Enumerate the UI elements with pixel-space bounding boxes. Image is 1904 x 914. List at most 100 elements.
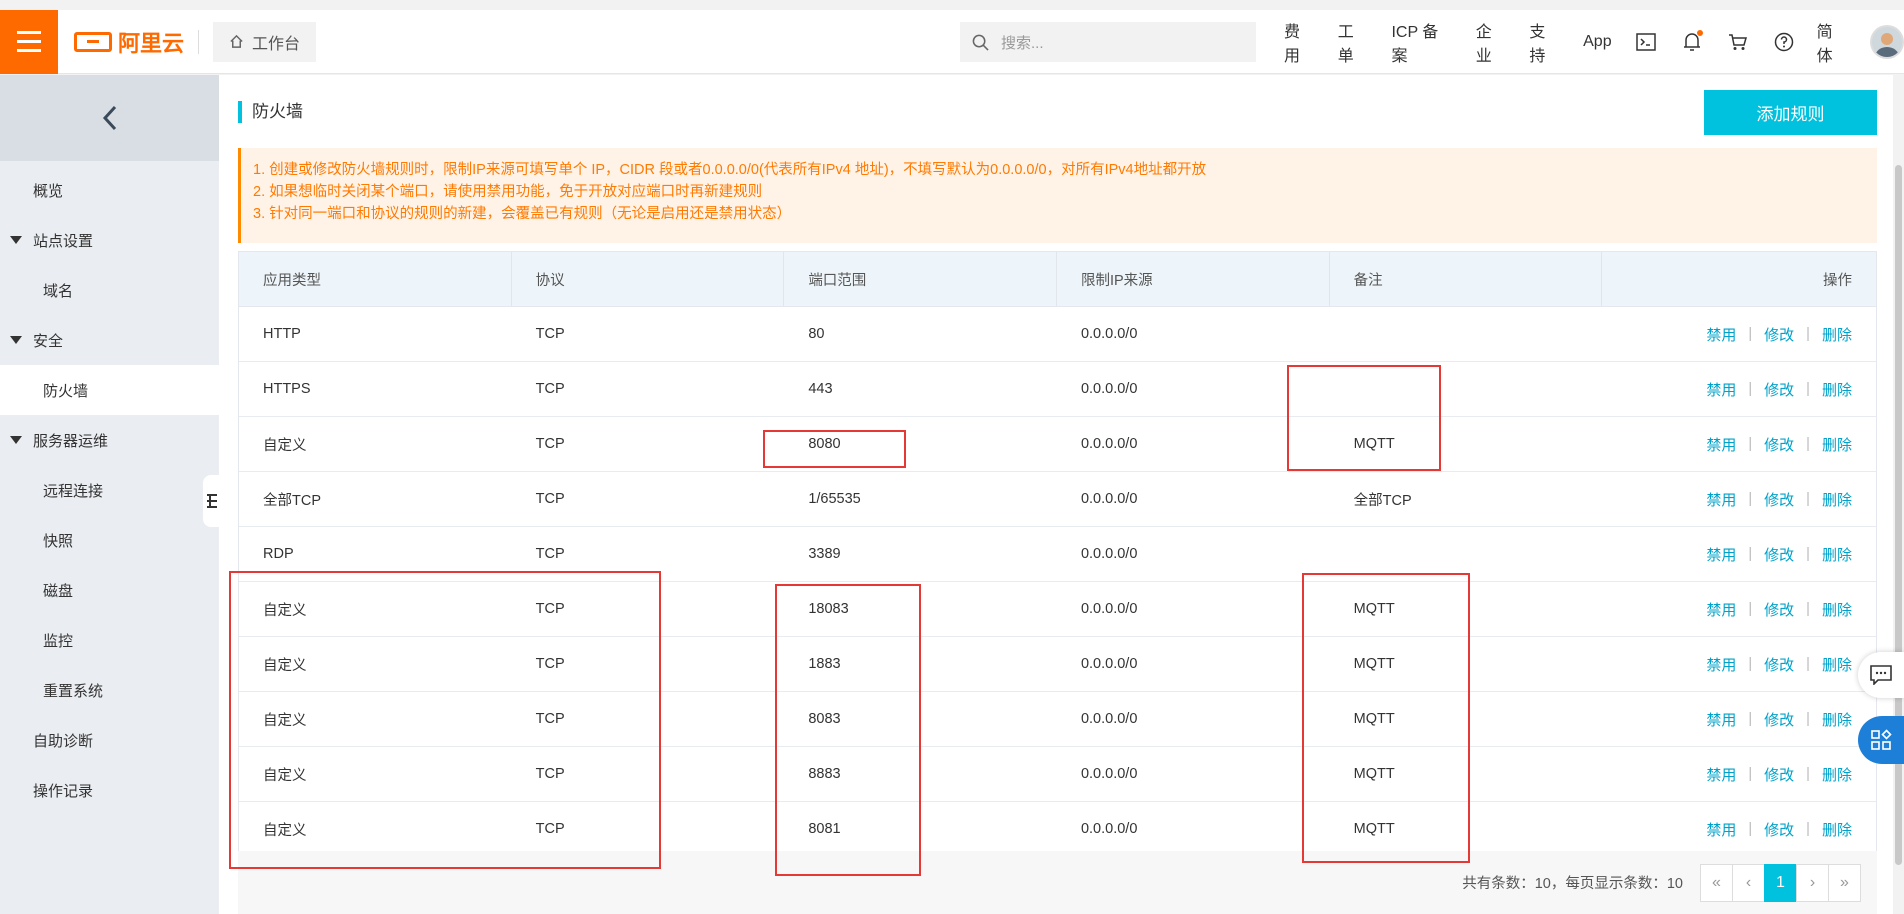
table-cell: 443 xyxy=(808,381,833,397)
avatar[interactable] xyxy=(1870,25,1904,59)
table-cell: TCP xyxy=(535,766,565,782)
list-icon xyxy=(207,494,217,508)
disable-link[interactable]: 禁用 xyxy=(1706,709,1736,730)
sidebar-item-remote-connect[interactable]: 远程连接 xyxy=(0,465,219,515)
delete-link[interactable]: 删除 xyxy=(1822,599,1852,620)
edit-link[interactable]: 修改 xyxy=(1764,654,1794,675)
action-separator: | xyxy=(1806,546,1810,562)
notice-line: 1. 创建或修改防火墙规则时，限制IP来源可填写单个 IP，CIDR 段或者0.… xyxy=(253,162,1207,178)
disable-link[interactable]: 禁用 xyxy=(1706,544,1736,565)
last-page-button[interactable]: » xyxy=(1828,863,1861,902)
nav-fees[interactable]: 费用 xyxy=(1284,18,1316,66)
first-page-button[interactable]: « xyxy=(1700,863,1733,902)
sidebar-item-snapshot[interactable]: 快照 xyxy=(0,515,219,565)
table-header: 应用类型 协议 端口范围 限制IP来源 备注 操作 xyxy=(239,252,1876,307)
sidebar-item-site-settings[interactable]: 站点设置 xyxy=(0,215,219,265)
action-separator: | xyxy=(1806,766,1810,782)
sidebar-item-disk[interactable]: 磁盘 xyxy=(0,565,219,615)
delete-link[interactable]: 删除 xyxy=(1822,764,1852,785)
sidebar-item-server-ops[interactable]: 服务器运维 xyxy=(0,415,219,465)
cart-icon[interactable] xyxy=(1725,29,1751,55)
table-row: 全部TCP TCP 1/65535 0.0.0.0/0 全部TCP 禁用 | 修改 | 删除 xyxy=(239,472,1876,527)
sidebar-menu: 概览 站点设置 域名 安全 防火墙 服务器运维 远程连接 快照 磁盘 监控 重置… xyxy=(0,161,219,815)
sidebar-item-overview[interactable]: 概览 xyxy=(0,165,219,215)
edit-link[interactable]: 修改 xyxy=(1764,379,1794,400)
add-rule-button[interactable]: 添加规则 xyxy=(1704,90,1877,135)
disable-link[interactable]: 禁用 xyxy=(1706,819,1736,840)
sidebar-item-reset-system[interactable]: 重置系统 xyxy=(0,665,219,715)
sidebar-item-self-diagnosis[interactable]: 自助诊断 xyxy=(0,715,219,765)
sidebar-item-label: 快照 xyxy=(43,532,74,550)
table-row: RDP TCP 3389 0.0.0.0/0 禁用 | 修改 | 删除 xyxy=(239,527,1876,582)
table-cell: 0.0.0.0/0 xyxy=(1080,546,1138,562)
table-cell: 0.0.0.0/0 xyxy=(1080,326,1138,342)
page-number-button[interactable]: 1 xyxy=(1764,863,1797,902)
delete-link[interactable]: 删除 xyxy=(1822,709,1852,730)
row-actions: 禁用 | 修改 | 删除 xyxy=(1602,692,1876,746)
delete-link[interactable]: 删除 xyxy=(1822,819,1852,840)
delete-link[interactable]: 删除 xyxy=(1822,654,1852,675)
edit-link[interactable]: 修改 xyxy=(1764,544,1794,565)
disable-link[interactable]: 禁用 xyxy=(1706,324,1736,345)
sidebar-item-domain[interactable]: 域名 xyxy=(0,265,219,315)
edit-link[interactable]: 修改 xyxy=(1764,599,1794,620)
prev-page-button[interactable]: ‹ xyxy=(1732,863,1765,902)
apps-button[interactable] xyxy=(1858,716,1904,764)
nav-enterprise[interactable]: 企业 xyxy=(1476,18,1508,66)
main-content: 防火墙 添加规则 1. 创建或修改防火墙规则时，限制IP来源可填写单个 IP，C… xyxy=(219,75,1904,914)
nav-app[interactable]: App xyxy=(1583,33,1611,51)
delete-link[interactable]: 删除 xyxy=(1822,489,1852,510)
nav-tickets[interactable]: 工单 xyxy=(1338,18,1370,66)
table-cell: 全部TCP xyxy=(1353,492,1412,509)
disable-link[interactable]: 禁用 xyxy=(1706,654,1736,675)
workbench-button[interactable]: 工作台 xyxy=(213,21,317,62)
action-separator: | xyxy=(1748,601,1753,617)
sidebar-item-firewall[interactable]: 防火墙 xyxy=(0,365,219,415)
row-actions: 禁用 | 修改 | 删除 xyxy=(1602,527,1876,581)
table-cell: TCP xyxy=(535,601,565,617)
search-box[interactable]: 搜索... xyxy=(960,22,1256,62)
table-cell: 18083 xyxy=(808,601,849,617)
nav-icp[interactable]: ICP 备案 xyxy=(1391,18,1453,66)
edit-link[interactable]: 修改 xyxy=(1764,434,1794,455)
aliyun-logo[interactable]: 阿里云 xyxy=(74,26,184,58)
search-placeholder: 搜索... xyxy=(1001,34,1044,52)
delete-link[interactable]: 删除 xyxy=(1822,544,1852,565)
terminal-icon[interactable] xyxy=(1634,29,1660,55)
table-cell: MQTT xyxy=(1353,821,1395,837)
nav-support[interactable]: 支持 xyxy=(1529,18,1561,66)
language-switch[interactable]: 简体 xyxy=(1817,18,1849,66)
bell-icon[interactable] xyxy=(1679,29,1705,55)
edit-link[interactable]: 修改 xyxy=(1764,489,1794,510)
edit-link[interactable]: 修改 xyxy=(1764,324,1794,345)
next-page-button[interactable]: › xyxy=(1796,863,1829,902)
disable-link[interactable]: 禁用 xyxy=(1706,379,1736,400)
pagination-summary: 共有条数：10，每页显示条数：10 xyxy=(1462,876,1683,892)
notice-line: 2. 如果想临时关闭某个端口，请使用禁用功能，免于开放对应端口时再新建规则 xyxy=(253,184,763,200)
delete-link[interactable]: 删除 xyxy=(1822,379,1852,400)
action-separator: | xyxy=(1806,381,1810,397)
edit-link[interactable]: 修改 xyxy=(1764,709,1794,730)
sidebar-item-label: 磁盘 xyxy=(43,582,74,600)
collapse-sidebar-button[interactable] xyxy=(0,75,219,161)
table-cell: 1883 xyxy=(808,656,841,672)
disable-link[interactable]: 禁用 xyxy=(1706,764,1736,785)
edit-link[interactable]: 修改 xyxy=(1764,819,1794,840)
firewall-rules-table: 应用类型 协议 端口范围 限制IP来源 备注 操作 HTTP TCP 80 0.0.0… xyxy=(238,251,1877,858)
disable-link[interactable]: 禁用 xyxy=(1706,434,1736,455)
delete-link[interactable]: 删除 xyxy=(1822,324,1852,345)
row-actions: 禁用 | 修改 | 删除 xyxy=(1602,362,1876,416)
disable-link[interactable]: 禁用 xyxy=(1706,489,1736,510)
disable-link[interactable]: 禁用 xyxy=(1706,599,1736,620)
sidebar-item-operation-log[interactable]: 操作记录 xyxy=(0,765,219,815)
menu-toggle-button[interactable] xyxy=(0,9,58,74)
chat-button[interactable] xyxy=(1858,652,1904,698)
delete-link[interactable]: 删除 xyxy=(1822,434,1852,455)
table-cell: 0.0.0.0/0 xyxy=(1080,711,1138,727)
sidebar-item-security[interactable]: 安全 xyxy=(0,315,219,365)
edit-link[interactable]: 修改 xyxy=(1764,764,1794,785)
sidebar-item-label: 远程连接 xyxy=(43,482,104,500)
help-icon[interactable] xyxy=(1771,29,1797,55)
chat-icon xyxy=(1870,665,1892,685)
sidebar-item-monitor[interactable]: 监控 xyxy=(0,615,219,665)
